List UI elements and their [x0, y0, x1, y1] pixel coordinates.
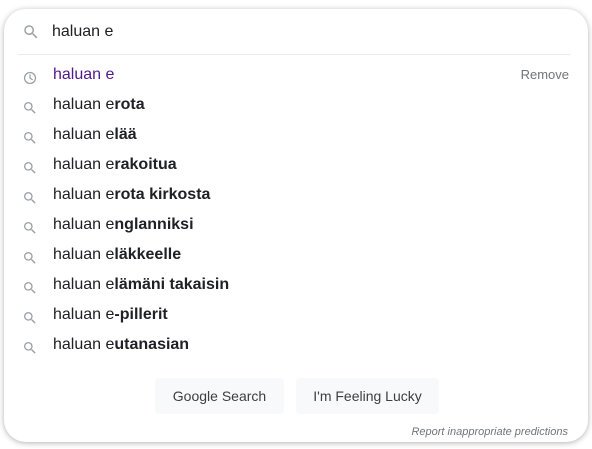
suggestion-prefix: haluan e — [53, 276, 115, 293]
suggestion-prefix: haluan e — [53, 336, 115, 353]
suggestion-item[interactable]: haluan erakoitua — [4, 150, 588, 180]
history-icon — [22, 67, 38, 85]
suggestion-item[interactable]: haluan elämäni takaisin — [4, 270, 588, 300]
google-search-button[interactable]: Google Search — [155, 378, 284, 414]
suggestion-text: haluan elämäni takaisin — [53, 270, 229, 300]
search-icon — [22, 127, 38, 144]
search-icon — [22, 23, 40, 41]
report-predictions-link[interactable]: Report inappropriate predictions — [411, 426, 568, 438]
search-suggestions-panel: haluan eRemovehaluan erotahaluan eläähal… — [4, 9, 588, 442]
search-input[interactable] — [52, 20, 532, 44]
suggestion-prefix: haluan e — [53, 186, 115, 203]
suggestion-prefix: haluan e — [53, 156, 115, 173]
history-suggestion[interactable]: haluan e Remove — [4, 60, 588, 90]
remove-history-link[interactable]: Remove — [521, 60, 569, 90]
suggestion-prefix: haluan e — [53, 96, 115, 113]
button-row: Google Search I'm Feeling Lucky — [4, 378, 588, 414]
search-bar — [4, 9, 588, 55]
search-icon — [22, 217, 38, 234]
feeling-lucky-button[interactable]: I'm Feeling Lucky — [296, 378, 439, 414]
suggestion-item[interactable]: haluan eläkkeelle — [4, 240, 588, 270]
suggestion-prefix: haluan e — [53, 246, 115, 263]
suggestion-item[interactable]: haluan erota kirkosta — [4, 180, 588, 210]
suggestion-prefix: haluan e — [53, 126, 115, 143]
suggestion-completion: läkkeelle — [114, 246, 182, 263]
search-icon — [22, 157, 38, 174]
suggestion-item[interactable]: haluan elää — [4, 120, 588, 150]
suggestion-completion: lää — [114, 126, 137, 143]
search-icon — [22, 307, 38, 324]
search-icon — [22, 247, 38, 264]
suggestion-item[interactable]: haluan englanniksi — [4, 210, 588, 240]
suggestion-prefix: haluan e — [53, 306, 115, 323]
suggestion-text: haluan englanniksi — [53, 210, 194, 240]
search-icon — [22, 337, 38, 354]
suggestion-text: haluan e-pillerit — [53, 300, 168, 330]
suggestion-completion: nglanniksi — [114, 216, 194, 233]
suggestion-completion: -pillerit — [114, 306, 168, 323]
search-icon — [22, 187, 38, 204]
suggestion-item[interactable]: haluan erota — [4, 90, 588, 120]
suggestion-completion: rota kirkosta — [114, 186, 211, 203]
suggestion-completion: lämäni takaisin — [114, 276, 230, 293]
divider — [18, 54, 570, 55]
suggestion-text: haluan erota kirkosta — [53, 180, 210, 210]
suggestion-item[interactable]: haluan e-pillerit — [4, 300, 588, 330]
suggestion-text: haluan eläkkeelle — [53, 240, 181, 270]
suggestion-text: haluan erota — [53, 90, 145, 120]
suggestion-list: haluan e Remove haluan erota haluan elää hal… — [4, 60, 588, 360]
suggestion-completion: rakoitua — [114, 156, 177, 173]
suggestion-completion: utanasian — [114, 336, 190, 353]
suggestion-prefix: haluan e — [53, 66, 115, 83]
suggestion-text: haluan erakoitua — [53, 150, 177, 180]
suggestion-text: haluan eutanasian — [53, 330, 189, 360]
suggestion-prefix: haluan e — [53, 216, 115, 233]
suggestion-item[interactable]: haluan eutanasian — [4, 330, 588, 360]
suggestion-text: haluan e — [53, 60, 114, 90]
search-icon — [22, 97, 38, 114]
search-icon — [22, 277, 38, 294]
suggestion-text: haluan elää — [53, 120, 137, 150]
suggestion-completion: rota — [114, 96, 145, 113]
